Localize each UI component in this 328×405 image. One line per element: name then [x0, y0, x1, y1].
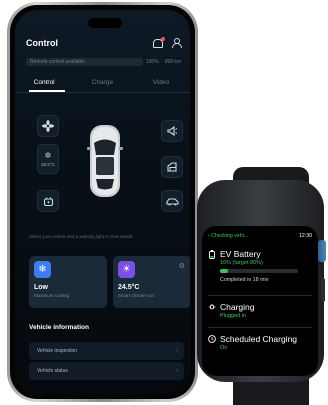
battery-progress-bar	[220, 269, 298, 273]
divider	[208, 295, 312, 296]
climate-temp-button[interactable]: ✲ 20.5°C	[37, 144, 59, 174]
cooling-sub: Maximum cooling	[34, 293, 70, 298]
list-item-label: Vehicle inspection	[37, 348, 78, 354]
watch-header: ‹ Checking vehi... 12:30	[208, 233, 312, 242]
temp-label: 20.5°C	[41, 162, 55, 167]
scheduled-charging-title: Scheduled Charging	[220, 334, 298, 344]
watch-screen: ‹ Checking vehi... 12:30 EV Battery 10% …	[202, 226, 318, 376]
product-render-scene: Control Remote control available 100% 99…	[0, 0, 328, 405]
ev-battery-level: 10% (target 80%)	[220, 260, 263, 266]
fan-button[interactable]	[37, 115, 59, 137]
fan-icon	[42, 120, 54, 132]
scheduled-charging-status: On	[220, 345, 228, 351]
app-header: Control	[26, 35, 182, 51]
profile-icon[interactable]	[171, 38, 182, 48]
charging-status: Plugged in	[220, 313, 246, 319]
divider	[208, 327, 312, 328]
ev-battery-section[interactable]: EV Battery 10% (target 80%) Completed in…	[208, 249, 312, 283]
climate-value: 24.5°C	[118, 284, 140, 291]
snowflake-icon: ❄	[34, 261, 51, 278]
tabs-divider	[15, 92, 190, 93]
watch-time: 12:30	[299, 233, 312, 239]
hint-text: Select your vehicle and a warning light …	[29, 234, 133, 239]
window-icon	[167, 162, 177, 172]
digital-crown[interactable]	[318, 240, 326, 262]
ev-battery-title: EV Battery	[220, 249, 261, 259]
battery-percent: 100%	[145, 58, 159, 65]
header-actions	[153, 36, 182, 48]
phone-device: Control Remote control available 100% 99…	[7, 2, 198, 402]
watch-side-button[interactable]	[321, 278, 325, 302]
list-item-label: Vehicle status	[37, 368, 68, 374]
back-button[interactable]: ‹ Checking vehi...	[208, 233, 248, 242]
seat-heat-button[interactable]	[37, 190, 59, 212]
chevron-right-icon: ›	[176, 368, 178, 374]
battery-icon	[208, 249, 216, 259]
settings-icon: ✲	[44, 151, 52, 160]
range-value: 999 km	[164, 58, 181, 65]
climate-card[interactable]: ☀ ⚙ 24.5°C Smart climate con	[113, 256, 190, 308]
clock-icon	[208, 335, 216, 344]
vehicle-status-strip: Remote control available 100% 999 km	[26, 57, 181, 66]
phone-screen: Control Remote control available 100% 99…	[15, 10, 190, 394]
page-title: Control	[26, 38, 58, 48]
seat-heat-icon	[43, 197, 53, 206]
battery-progress-fill	[220, 269, 228, 273]
chevron-right-icon: ›	[176, 348, 178, 354]
tab-charge[interactable]: Charge	[73, 76, 131, 92]
list-item-vehicle-status[interactable]: Vehicle status ›	[29, 362, 184, 380]
cooling-card[interactable]: ❄ Low Maximum cooling	[29, 256, 107, 308]
climate-icon: ☀	[118, 261, 135, 278]
horn-icon	[167, 125, 178, 137]
charging-section[interactable]: Charging Plugged in	[208, 302, 312, 319]
charging-title: Charging	[220, 302, 255, 312]
dynamic-island	[88, 18, 122, 28]
car-top-view	[87, 125, 123, 197]
trunk-icon	[165, 198, 179, 206]
notification-bell-icon[interactable]	[153, 36, 165, 48]
remote-control-status: Remote control available	[26, 57, 143, 66]
trunk-button[interactable]	[161, 190, 183, 212]
card-settings-icon[interactable]: ⚙	[179, 262, 185, 270]
charge-completion: Completed in 18 min	[220, 276, 269, 283]
list-item-vehicle-inspection[interactable]: Vehicle inspection ›	[29, 342, 184, 360]
horn-button[interactable]	[161, 120, 183, 142]
tab-video[interactable]: Video	[132, 76, 190, 92]
cooling-value: Low	[34, 284, 48, 291]
vehicle-info-title: Vehicle information	[29, 324, 89, 331]
window-button[interactable]	[161, 156, 183, 178]
plug-icon	[208, 303, 216, 312]
scheduled-charging-section[interactable]: Scheduled Charging On	[208, 334, 312, 351]
climate-sub: Smart climate con	[118, 293, 155, 298]
phone-bezel: Control Remote control available 100% 99…	[10, 5, 195, 399]
